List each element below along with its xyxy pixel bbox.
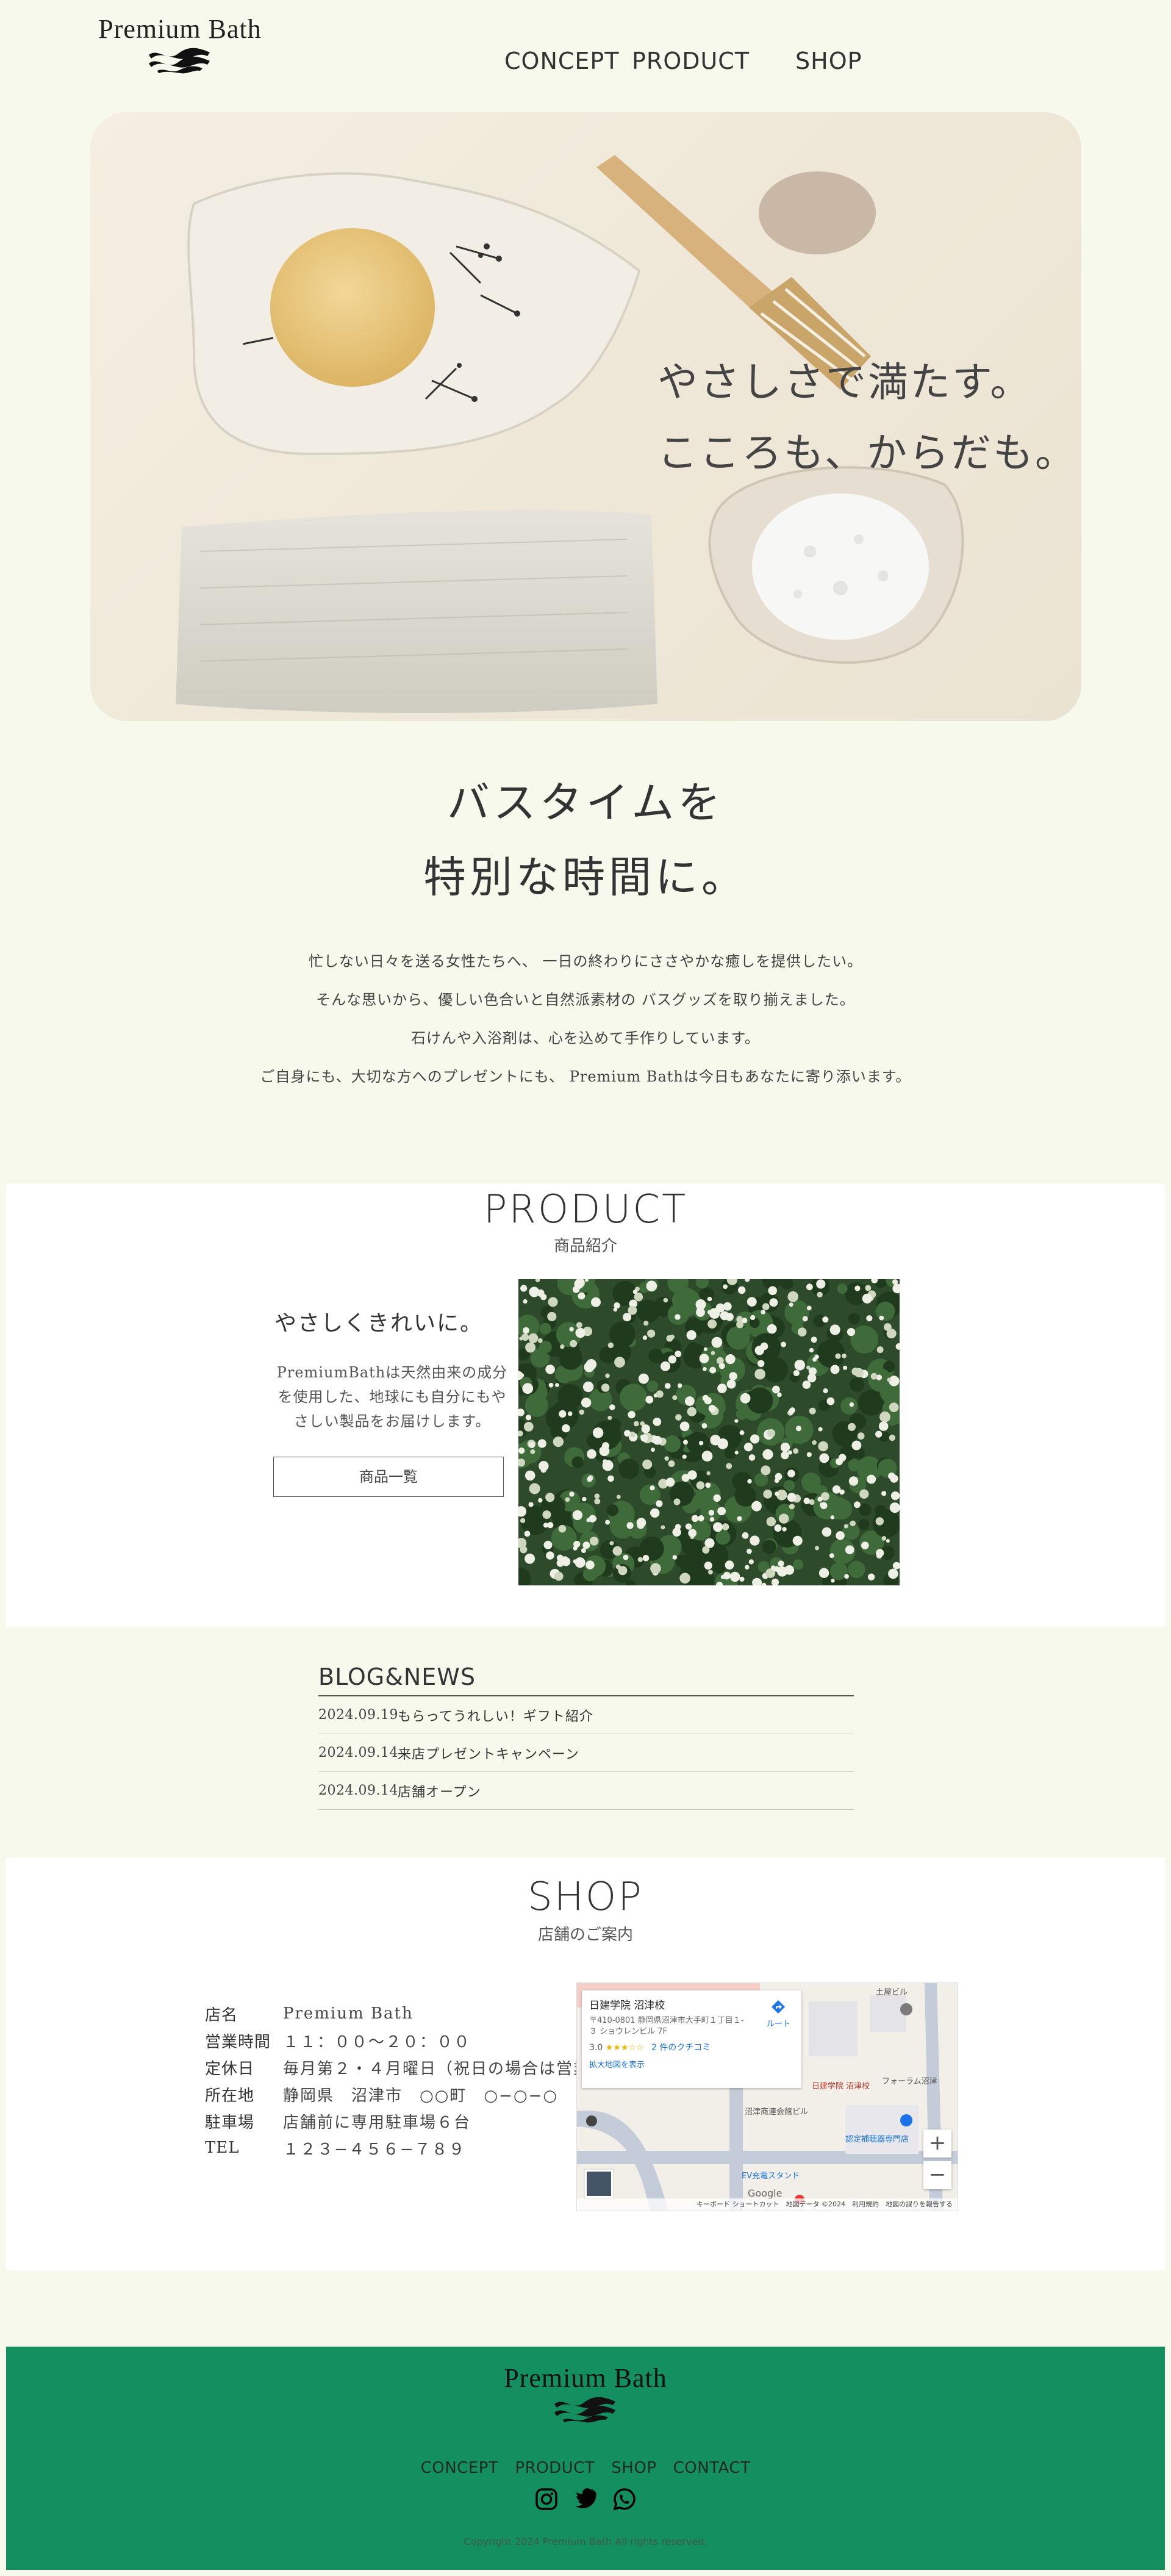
map-route-button[interactable]: ルート (767, 1999, 790, 2029)
shop-label: 所在地 (205, 2086, 255, 2105)
intro-title-line-1: バスタイムを (446, 778, 725, 828)
news-title: 来店プレゼントキャンペーン (398, 1746, 579, 1762)
map-label: フォーラム沼津 (882, 2077, 937, 2086)
blog-title: BLOG&NEWS (318, 1662, 854, 1696)
nav-shop[interactable]: SHOP (795, 48, 862, 74)
footer-nav-contact[interactable]: CONTACT (673, 2459, 751, 2477)
news-item[interactable]: 2024.09.19 もらってうれしい！ギフト紹介 (318, 1696, 854, 1734)
map-label: 認定補聴器専門店 (845, 2135, 909, 2144)
footer-logo-text: Premium Bath (504, 2363, 667, 2393)
shop-label: 店名 (205, 2006, 238, 2025)
shop-info-table: 店名 Premium Bath 営業時間 １１：００～２０：００ 定休日 毎月第… (205, 2000, 607, 2161)
hero-banner: やさしさで満たす。 こころも、からだも。 (90, 112, 1081, 721)
social-links (6, 2487, 1165, 2511)
shop-label: 駐車場 (205, 2113, 255, 2132)
hero-copy: やさしさで満たす。 こころも、からだも。 (657, 347, 1077, 489)
map-address: 〒410-0801 静岡県沼津市大手町１丁目１-３ ショウレンビル 7F (589, 2016, 744, 2036)
news-date: 2024.09.19 (318, 1707, 398, 1723)
site-header: Premium Bath CONCEPT PRODUCT SHOP (0, 0, 1171, 98)
map-reviews-link[interactable]: 2 件のクチコミ (651, 2043, 711, 2053)
footer-nav-product[interactable]: PRODUCT (515, 2459, 595, 2477)
shop-row-hours: 営業時間 １１：００～２０：００ (205, 2027, 607, 2054)
twitter-icon[interactable] (573, 2487, 598, 2511)
map-zoom-out-button[interactable]: − (923, 2161, 951, 2189)
news-date: 2024.09.14 (318, 1783, 398, 1798)
product-description: PremiumBathは天然由来の成分を使用した、地球にも自分にもやさしい製品を… (276, 1364, 508, 1430)
logo-text: Premium Bath (98, 14, 262, 44)
map-rating: 3.0 ★★★☆☆ 2 件のクチコミ (589, 2041, 794, 2053)
map-place-name: 日建学院 沼津校 (589, 2000, 665, 2012)
map-label: 沼津商連会館ビル (745, 2108, 809, 2117)
intro-title-line-2: 特別な時間に。 (423, 852, 748, 902)
intro-paragraph: そんな思いから、優しい色合いと自然派素材の バスグッズを取り揃えました。 (316, 991, 855, 1008)
wave-logo-icon (554, 2397, 615, 2423)
map-route-label: ルート (766, 2020, 790, 2029)
shop-row-parking: 駐車場 店舗前に専用駐車場６台 (205, 2108, 607, 2134)
star-rating-icon: ★★★☆☆ (605, 2043, 644, 2053)
shop-label: 定休日 (205, 2059, 255, 2078)
google-map[interactable]: 土屋ビル フォーラム沼津 沼津商連会館ビル 日建学院 沼津校 EV充電スタンド … (576, 1982, 958, 2211)
shop-value: 静岡県 沼津市 ○○町 ○−○−○ (283, 2086, 559, 2105)
footer-nav: CONCEPT PRODUCT SHOP CONTACT (6, 2459, 1165, 2477)
map-enlarge-link[interactable]: 拡大地図を表示 (589, 2058, 794, 2070)
map-footer: キーボード ショートカット 地図データ ©2024 利用規約 地図の誤りを報告す… (577, 2198, 958, 2211)
shop-value: １２３−４５６−７８９ (283, 2140, 466, 2159)
instagram-icon[interactable] (534, 2487, 559, 2511)
nav-product[interactable]: PRODUCT (632, 48, 750, 74)
news-date: 2024.09.14 (318, 1745, 398, 1760)
map-zoom-in-button[interactable]: + (923, 2129, 951, 2158)
wave-logo-icon (149, 48, 210, 74)
product-list-button[interactable]: 商品一覧 (273, 1457, 504, 1497)
product-section: PRODUCT 商品紹介 やさしくきれいに。 PremiumBathは天然由来の… (6, 1183, 1165, 1627)
hero-line-2: こころも、からだも。 (657, 429, 1078, 476)
shop-value: 店舗前に専用駐車場６台 (283, 2113, 471, 2132)
nav-concept[interactable]: CONCEPT (504, 48, 620, 74)
intro-paragraph: 石けんや入浴剤は、心を込めて手作りしています。 (411, 1030, 760, 1047)
intro-body: 忙しない日々を送る女性たちへ、 一日の終わりにささやかな癒しを提供したい。 そん… (0, 942, 1171, 1096)
footer-nav-concept[interactable]: CONCEPT (421, 2459, 499, 2477)
google-logo: Google (748, 2187, 782, 2199)
map-label: 土屋ビル (876, 1988, 908, 1997)
copyright: Copyright 2024 Premium Bath All rights r… (464, 2536, 707, 2547)
product-title: PRODUCT (483, 1187, 688, 1232)
site-footer: Premium Bath CONCEPT PRODUCT SHOP CONTAC… (6, 2347, 1165, 2570)
news-item[interactable]: 2024.09.14 店舗オープン (318, 1772, 854, 1810)
intro-paragraph: ご自身にも、大切な方へのプレゼントにも、 Premium Bathは今日もあなた… (260, 1068, 911, 1085)
map-rating-value: 3.0 (589, 2043, 603, 2053)
product-subtitle: 商品紹介 (553, 1237, 617, 1255)
shop-section: SHOP 店舗のご案内 店名 Premium Bath 営業時間 １１：００～２… (6, 1857, 1165, 2270)
shop-label: TEL (205, 2139, 240, 2157)
shop-title: SHOP (528, 1875, 643, 1920)
hero-line-1: やさしさで満たす。 (657, 359, 1033, 406)
whatsapp-icon[interactable] (612, 2487, 637, 2511)
flower-field-image (518, 1279, 900, 1585)
intro-title: バスタイムを 特別な時間に。 (0, 766, 1171, 914)
shop-value: 毎月第２・４月曜日（祝日の場合は営業） (283, 2059, 608, 2078)
shop-row-address: 所在地 静岡県 沼津市 ○○町 ○−○−○ (205, 2081, 607, 2108)
map-place-card: 日建学院 沼津校 〒410-0801 静岡県沼津市大手町１丁目１-３ ショウレン… (582, 1990, 801, 2088)
shop-row-holiday: 定休日 毎月第２・４月曜日（祝日の場合は営業） (205, 2054, 607, 2081)
intro-paragraph: 忙しない日々を送る女性たちへ、 一日の終わりにささやかな癒しを提供したい。 (308, 953, 863, 970)
product-heading: やさしくきれいに。 (274, 1311, 484, 1336)
news-title: 店舗オープン (398, 1784, 481, 1800)
shop-row-tel: TEL １２３−４５６−７８９ (205, 2134, 607, 2161)
blog-news-section: BLOG&NEWS 2024.09.19 もらってうれしい！ギフト紹介 2024… (318, 1662, 854, 1810)
news-title: もらってうれしい！ギフト紹介 (398, 1709, 593, 1724)
site-logo[interactable]: Premium Bath (82, 13, 278, 74)
shop-value: Premium Bath (283, 2004, 414, 2023)
footer-logo[interactable]: Premium Bath (6, 2363, 1165, 2424)
map-label: EV充電スタンド (742, 2172, 800, 2181)
map-label: 日建学院 沼津校 (812, 2082, 870, 2091)
footer-nav-shop[interactable]: SHOP (611, 2459, 656, 2477)
news-item[interactable]: 2024.09.14 来店プレゼントキャンペーン (318, 1734, 854, 1772)
shop-label: 営業時間 (205, 2032, 271, 2051)
directions-icon (772, 2000, 786, 2014)
shop-row-name: 店名 Premium Bath (205, 2000, 607, 2027)
shop-value: １１：００～２０：００ (283, 2032, 471, 2051)
shop-subtitle: 店舗のご案内 (537, 1926, 633, 1944)
